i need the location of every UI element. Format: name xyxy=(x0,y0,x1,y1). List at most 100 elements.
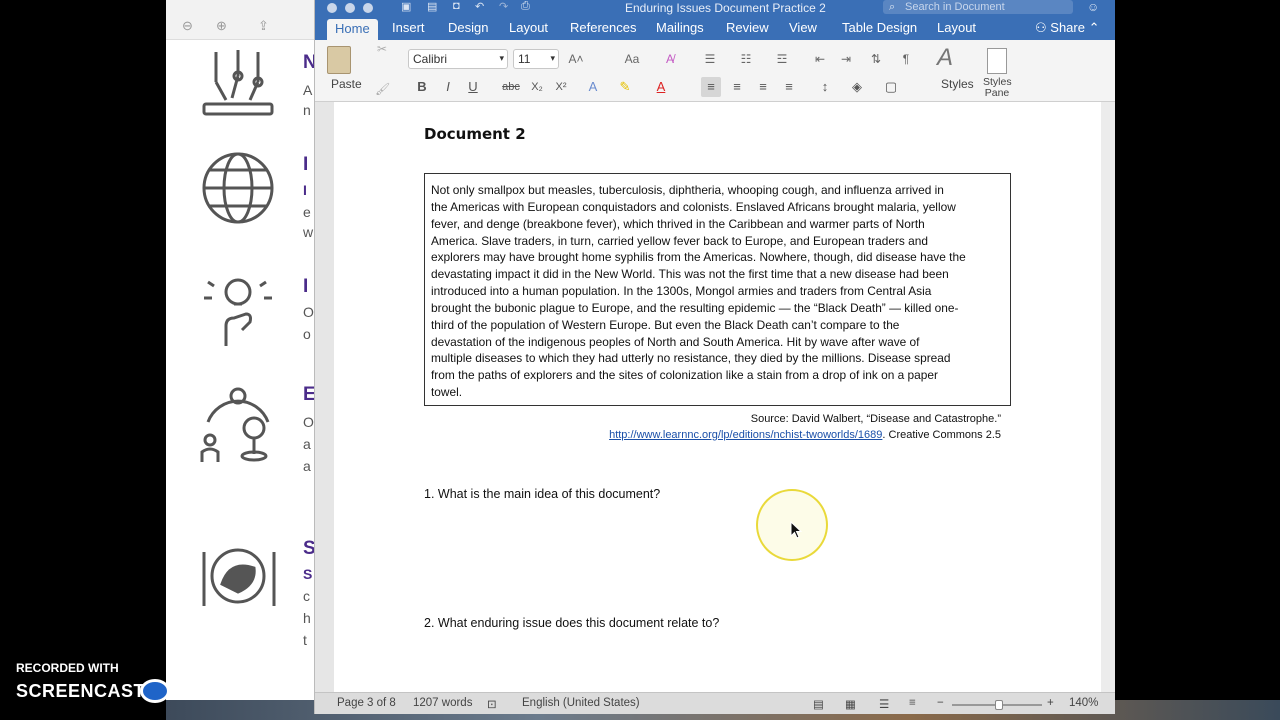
mouse-pointer-icon xyxy=(790,521,802,539)
vertical-scrollbar[interactable] xyxy=(1101,102,1115,692)
passage-line: the Americas with European conquistadors… xyxy=(431,199,956,214)
bold-button[interactable]: B xyxy=(412,77,432,97)
italic-button[interactable]: I xyxy=(438,77,458,97)
add-person-icon: ⚇ xyxy=(1035,20,1051,35)
tab-design[interactable]: Design xyxy=(448,20,488,35)
passage-line: third of the population of Western Europ… xyxy=(431,317,900,332)
zoom-slider-handle[interactable] xyxy=(995,700,1003,710)
share-icon[interactable]: ⇪ xyxy=(258,18,269,34)
borders-icon[interactable]: ▢ xyxy=(881,77,901,97)
tab-view[interactable]: View xyxy=(789,20,817,35)
shading-icon[interactable]: ◈ xyxy=(847,77,867,97)
zoom-in-button[interactable]: + xyxy=(1047,697,1054,709)
subscript-button[interactable]: X₂ xyxy=(527,77,547,97)
highlight-icon[interactable]: ✎ xyxy=(615,77,635,97)
zoom-window-button[interactable] xyxy=(363,3,373,13)
styles-pane-label: Styles Pane xyxy=(983,76,1012,99)
justify-button[interactable]: ≡ xyxy=(779,77,799,97)
font-name-value: Calibri xyxy=(413,52,448,66)
line-spacing-icon[interactable]: ↕ xyxy=(815,77,835,97)
align-right-button[interactable]: ≡ xyxy=(753,77,773,97)
web-layout-view-icon[interactable]: ▦ xyxy=(845,697,856,711)
superscript-button[interactable]: X² xyxy=(551,77,571,97)
close-window-button[interactable] xyxy=(327,3,337,13)
passage-line: towel. xyxy=(431,385,463,400)
decrease-indent-icon[interactable]: ⇤ xyxy=(809,49,831,69)
zoom-out-button[interactable]: − xyxy=(937,697,944,709)
align-left-button[interactable]: ≡ xyxy=(701,77,721,97)
question-1: 1. What is the main idea of this documen… xyxy=(424,487,661,501)
zoom-level[interactable]: 140% xyxy=(1069,697,1098,709)
tab-insert[interactable]: Insert xyxy=(392,20,425,35)
tab-home[interactable]: Home xyxy=(327,19,378,40)
background-window: ⊖ ⊕ ⇪ N A n I I e w I O o E O a a S S c … xyxy=(166,0,317,702)
outline-view-icon[interactable]: ☰ xyxy=(879,697,889,711)
strikethrough-button[interactable]: abc xyxy=(499,77,523,97)
font-size-select[interactable]: 11 ▾ xyxy=(513,49,559,69)
watermark-screencast: SCREENCAST xyxy=(16,681,146,701)
share-button[interactable]: ⚇ Share ⌃ xyxy=(1035,20,1100,36)
document-heading: Document 2 xyxy=(424,125,526,143)
cut-icon[interactable]: ✂ xyxy=(377,42,387,56)
increase-indent-icon[interactable]: ⇥ xyxy=(835,49,857,69)
passage-box: Not only smallpox but measles, tuberculo… xyxy=(424,173,1011,406)
background-toolbar: ⊖ ⊕ ⇪ xyxy=(166,0,316,40)
passage-line: introduced into a human population. In t… xyxy=(431,284,932,299)
font-color-icon[interactable]: A xyxy=(651,77,671,97)
redo-icon[interactable]: ↷ xyxy=(499,0,508,13)
numbering-icon[interactable]: ☷ xyxy=(735,49,757,69)
passage-line: brought the bubonic plague to Europe, an… xyxy=(431,300,959,315)
styles-label: Styles xyxy=(941,77,974,91)
clear-formatting-icon[interactable]: A̸ xyxy=(659,49,681,69)
align-center-button[interactable]: ≡ xyxy=(727,77,747,97)
zoom-in-icon[interactable]: ⊕ xyxy=(216,18,227,34)
passage-line: devastation of the indigenous peoples of… xyxy=(431,334,920,349)
tab-mailings[interactable]: Mailings xyxy=(656,20,704,35)
styles-pane-icon[interactable] xyxy=(987,48,1007,74)
font-name-select[interactable]: Calibri ▾ xyxy=(408,49,508,69)
zoom-out-icon[interactable]: ⊖ xyxy=(182,18,193,34)
document-area: Document 2 Not only smallpox but measles… xyxy=(315,102,1115,692)
passage-line: explorers may have brought home syphilis… xyxy=(431,250,966,265)
paste-icon[interactable] xyxy=(327,46,351,74)
draft-view-icon[interactable]: ≡ xyxy=(909,697,916,709)
tab-table-design[interactable]: Table Design xyxy=(842,20,917,35)
source-citation: Source: David Walbert, “Disease and Cata… xyxy=(534,412,1001,443)
tab-references[interactable]: References xyxy=(570,20,636,35)
grow-font-icon[interactable]: A˄ xyxy=(565,49,587,69)
community-tree-icon xyxy=(200,387,270,462)
print-icon[interactable]: ⎙ xyxy=(521,0,530,13)
tab-table-layout[interactable]: Layout xyxy=(937,20,976,35)
status-bar: Page 3 of 8 1207 words ⊡ English (United… xyxy=(315,692,1115,714)
tab-layout[interactable]: Layout xyxy=(509,20,548,35)
window-title: Enduring Issues Document Practice 2 xyxy=(625,1,826,15)
multilevel-list-icon[interactable]: ☲ xyxy=(771,49,793,69)
page-count[interactable]: Page 3 of 8 xyxy=(337,697,396,709)
minimize-window-button[interactable] xyxy=(345,3,355,13)
proofing-icon[interactable]: ⊡ xyxy=(487,697,497,711)
search-input[interactable]: ⌕ Search in Document xyxy=(883,0,1073,14)
source-link[interactable]: http://www.learnnc.org/lp/editions/nchis… xyxy=(609,429,882,441)
quick-save-icon[interactable]: ▣ xyxy=(401,0,411,13)
passage-line: multiple diseases to which they had utte… xyxy=(431,351,951,366)
change-case-icon[interactable]: Aa xyxy=(621,49,643,69)
tab-review[interactable]: Review xyxy=(726,20,769,35)
text-effects-icon[interactable]: A xyxy=(583,77,603,97)
word-count[interactable]: 1207 words xyxy=(413,697,472,709)
plate-utensils-icon xyxy=(202,548,276,606)
undo-icon[interactable]: ↶ xyxy=(475,0,484,13)
search-placeholder: Search in Document xyxy=(905,1,1005,13)
bullets-icon[interactable]: ☰ xyxy=(699,49,721,69)
format-painter-icon[interactable]: 🖌 xyxy=(375,82,390,96)
print-layout-view-icon[interactable]: ▤ xyxy=(813,697,824,711)
paragraph-marks-icon[interactable]: ¶ xyxy=(895,49,917,69)
document-page[interactable]: Document 2 Not only smallpox but measles… xyxy=(334,102,1101,692)
styles-icon[interactable]: A xyxy=(937,44,953,72)
quick-save-disk-icon[interactable]: ◘ xyxy=(453,0,460,12)
quick-open-icon[interactable]: ▤ xyxy=(427,0,437,13)
chevron-down-icon: ▾ xyxy=(550,53,555,63)
underline-button[interactable]: U xyxy=(463,77,483,97)
sort-icon[interactable]: ⇅ xyxy=(865,49,887,69)
smiley-feedback-icon[interactable]: ☺ xyxy=(1087,0,1099,14)
language-indicator[interactable]: English (United States) xyxy=(522,697,640,709)
